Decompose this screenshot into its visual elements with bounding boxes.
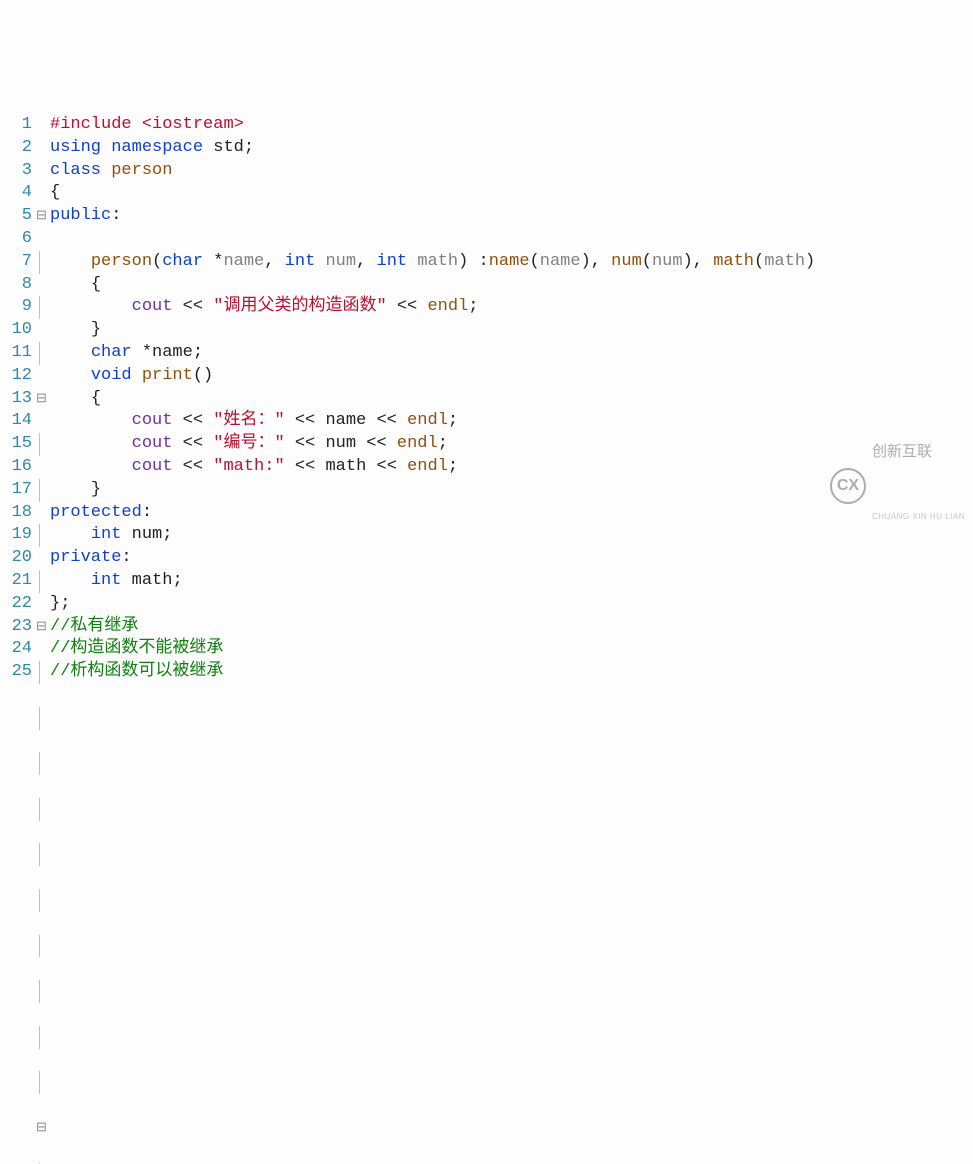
fold-column: ⊟ ⊟ ⊟ ⊟ (36, 91, 50, 1164)
watermark-logo-icon: CX (830, 468, 866, 504)
code-line: int num; (50, 525, 172, 544)
line-number: 1 (22, 115, 34, 134)
code-area[interactable]: #include <iostream> using namespace std;… (50, 91, 973, 1164)
line-number: 13 (12, 389, 34, 408)
code-line: //析构函数可以被继承 (50, 662, 223, 681)
line-number-gutter: 1 2 3 4 5 6 7 8 9 10 11 12 13 14 15 16 1… (0, 91, 36, 1164)
line-number: 7 (22, 252, 34, 271)
code-line: using namespace std; (50, 138, 254, 157)
line-number: 12 (12, 366, 34, 385)
line-number: 16 (12, 457, 34, 476)
line-number: 11 (12, 343, 34, 362)
line-number: 5 (22, 206, 34, 225)
code-line: person(char *name, int num, int math) :n… (50, 252, 815, 271)
line-number: 25 (12, 662, 34, 681)
line-number: 21 (12, 571, 34, 590)
line-number: 20 (12, 548, 34, 567)
code-line: void print() (50, 366, 213, 385)
code-line: { (50, 183, 60, 202)
code-line: }; (50, 594, 70, 613)
code-line: protected: (50, 503, 152, 522)
line-number: 3 (22, 161, 34, 180)
line-number: 9 (22, 297, 34, 316)
code-line: class person (50, 161, 172, 180)
line-number: 15 (12, 434, 34, 453)
line-number: 17 (12, 480, 34, 499)
watermark-title: 创新互联 (872, 444, 965, 460)
code-line: private: (50, 548, 132, 567)
line-number: 10 (12, 320, 34, 339)
code-line: { (50, 389, 101, 408)
code-line: //构造函数不能被继承 (50, 639, 223, 658)
line-number: 18 (12, 503, 34, 522)
fold-toggle-icon[interactable]: ⊟ (36, 616, 50, 639)
code-line: #include <iostream> (50, 115, 244, 134)
code-line: } (50, 320, 101, 339)
code-line: { (50, 275, 101, 294)
line-number: 22 (12, 594, 34, 613)
line-number: 2 (22, 138, 34, 157)
code-line: } (50, 480, 101, 499)
code-editor[interactable]: 1 2 3 4 5 6 7 8 9 10 11 12 13 14 15 16 1… (0, 91, 973, 1164)
code-line: cout << "调用父类的构造函数" << endl; (50, 297, 478, 316)
line-number: 4 (22, 183, 34, 202)
code-line (50, 229, 60, 248)
watermark-subtitle: CHUANG XIN HU LIAN (872, 506, 965, 529)
line-number: 19 (12, 525, 34, 544)
fold-toggle-icon[interactable]: ⊟ (36, 205, 50, 228)
line-number: 8 (22, 275, 34, 294)
code-line: public: (50, 206, 121, 225)
code-line: cout << "姓名：" << name << endl; (50, 411, 458, 430)
fold-toggle-icon[interactable]: ⊟ (36, 388, 50, 411)
code-line: cout << "编号：" << num << endl; (50, 434, 448, 453)
line-number: 14 (12, 411, 34, 430)
line-number: 6 (22, 229, 34, 248)
line-number: 24 (12, 639, 34, 658)
code-line: int math; (50, 571, 183, 590)
code-line: cout << "math:" << math << endl; (50, 457, 458, 476)
fold-toggle-icon[interactable]: ⊟ (36, 1117, 50, 1140)
code-line: char *name; (50, 343, 203, 362)
watermark: CX 创新互联 CHUANG XIN HU LIAN (830, 399, 965, 574)
line-number: 23 (12, 617, 34, 636)
code-line: //私有继承 (50, 617, 138, 636)
